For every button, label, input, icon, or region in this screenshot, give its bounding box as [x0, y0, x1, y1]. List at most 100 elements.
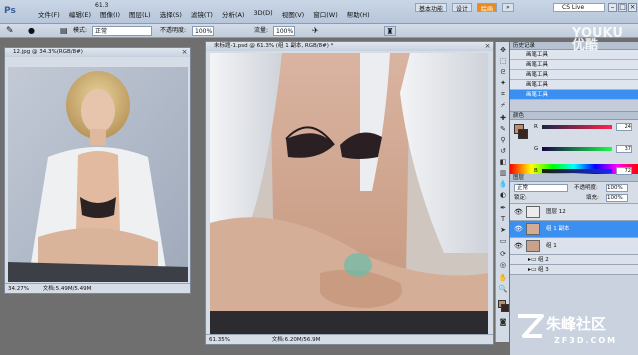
visibility-eye-icon[interactable]: 👁 [514, 208, 523, 217]
visibility-eye-icon[interactable]: 👁 [514, 242, 523, 251]
menu-window[interactable]: 窗口(W) [313, 9, 338, 19]
channel-value-field[interactable]: 72 [616, 167, 632, 175]
move-tool-icon[interactable]: ✥ [498, 46, 508, 55]
maximize-icon[interactable]: □ [618, 3, 627, 12]
brush-tool-icon[interactable]: ✎ [6, 26, 14, 36]
workspace-painting[interactable]: 绘画 [477, 3, 498, 13]
eyedropper-icon[interactable]: ⌿ [498, 101, 508, 110]
opacity-field[interactable]: 100% [192, 26, 214, 36]
visibility-eye-icon[interactable]: 👁 [514, 225, 523, 234]
menu-3d[interactable]: 3D(D) [253, 9, 272, 19]
document-tab-psd[interactable]: 未标题-1.psd @ 61.3% (组 1 副本, RGB/8#) * [206, 42, 493, 51]
layer-opacity-field[interactable]: 100% [606, 184, 628, 192]
slider-b[interactable]: B 72 [534, 166, 634, 176]
path-selection-icon[interactable]: ➤ [498, 226, 508, 235]
zoom-level[interactable]: 61.35% [209, 337, 230, 343]
slider-track[interactable] [542, 125, 612, 129]
folder-icon[interactable]: ▸▭ [528, 265, 537, 275]
gradient-tool-icon[interactable]: ▥ [498, 169, 508, 178]
slider-r[interactable]: R 24 [534, 122, 634, 132]
brush-preset-icon[interactable]: ● [28, 26, 35, 36]
menu-layer[interactable]: 图层(L) [129, 9, 151, 19]
history-item-selected[interactable]: 画笔工具 [510, 90, 638, 100]
history-item-label: 画笔工具 [526, 92, 549, 98]
close-icon[interactable]: × [628, 3, 637, 12]
lasso-tool-icon[interactable]: ᘓ [498, 68, 508, 77]
layers-list: 👁 图层 12 👁 组 1 副本 👁 组 1 ▸▭ 组 2 ▸▭ 组 3 [510, 204, 638, 275]
history-footer [510, 100, 638, 112]
history-item[interactable]: 画笔工具 [510, 80, 638, 90]
slider-track[interactable] [542, 147, 612, 151]
close-document-icon[interactable]: × [181, 49, 188, 56]
document-tab-12jpg[interactable]: 12.jpg @ 34.3%(RGB/8#) [5, 48, 190, 57]
shape-tool-icon[interactable]: ▭ [498, 237, 508, 246]
brush-tool-icon[interactable]: ✎ [498, 125, 508, 134]
history-item[interactable]: 画笔工具 [510, 60, 638, 70]
layer-row[interactable]: 👁 图层 12 [510, 204, 638, 221]
layer-thumbnail [526, 223, 540, 235]
quick-mask-icon[interactable]: ◙ [498, 318, 508, 327]
workspace-more[interactable]: » [502, 3, 514, 12]
blend-mode-select[interactable]: 正常 [514, 184, 568, 192]
channel-label: R [534, 124, 538, 130]
zoom-level[interactable]: 34.27% [8, 286, 29, 292]
zoom-readout[interactable]: 61.3 [95, 2, 108, 9]
workspace-essentials[interactable]: 基本功能 [415, 3, 448, 13]
canvas-photo[interactable] [8, 67, 188, 282]
slider-track[interactable] [542, 169, 612, 173]
layer-group-row[interactable]: ▸▭ 组 3 [510, 265, 638, 275]
clone-stamp-icon[interactable]: ⚲ [498, 136, 508, 145]
folder-icon[interactable]: ▸▭ [528, 255, 537, 265]
menu-filter[interactable]: 滤镜(T) [191, 9, 213, 19]
workspace-design[interactable]: 设计 [452, 3, 473, 13]
brush-panel-icon[interactable]: ▤ [60, 26, 68, 36]
layer-row[interactable]: 👁 组 1 [510, 238, 638, 255]
zoom-tool-icon[interactable]: 🔍 [498, 285, 508, 294]
history-item-label: 画笔工具 [526, 62, 549, 68]
healing-brush-icon[interactable]: ✚ [498, 114, 508, 123]
3d-orbit-icon[interactable]: ◎ [498, 261, 508, 270]
canvas-painting[interactable] [210, 53, 488, 337]
main-menu: 文件(F) 编辑(E) 图像(I) 图层(L) 选择(S) 滤镜(T) 分析(A… [38, 9, 370, 19]
airbrush-icon[interactable]: ✈ [312, 26, 319, 36]
channel-value-field[interactable]: 24 [616, 123, 632, 131]
eraser-tool-icon[interactable]: ◧ [498, 158, 508, 167]
menu-select[interactable]: 选择(S) [160, 9, 182, 19]
menu-help[interactable]: 帮助(H) [347, 9, 370, 19]
minimize-icon[interactable]: – [608, 3, 617, 12]
layer-group-row[interactable]: ▸▭ 组 2 [510, 255, 638, 265]
marquee-tool-icon[interactable]: ⬚ [498, 57, 508, 66]
color-background-swatch[interactable] [518, 129, 528, 139]
history-item[interactable]: 画笔工具 [510, 70, 638, 80]
fill-field[interactable]: 100% [606, 194, 628, 202]
doc-size: 文档:6.20M/56.9M [271, 337, 321, 343]
3d-rotate-icon[interactable]: ⟳ [498, 250, 508, 259]
hand-tool-icon[interactable]: ✋ [498, 274, 508, 283]
background-color-swatch[interactable] [501, 304, 509, 312]
pen-tool-icon[interactable]: ✒ [498, 204, 508, 213]
blur-tool-icon[interactable]: 💧 [498, 180, 508, 189]
tab-color[interactable]: 颜色 [510, 112, 638, 120]
dodge-tool-icon[interactable]: ◐ [498, 191, 508, 200]
menu-analysis[interactable]: 分析(A) [222, 9, 245, 19]
tablet-pressure-icon[interactable]: ♜ [384, 26, 396, 36]
type-tool-icon[interactable]: T [498, 215, 508, 224]
history-item-label: 画笔工具 [526, 52, 549, 58]
slider-g[interactable]: G 37 [534, 144, 634, 154]
close-document-icon[interactable]: × [484, 43, 491, 50]
history-brush-icon[interactable]: ↺ [498, 147, 508, 156]
channel-value-field[interactable]: 37 [616, 145, 632, 153]
menu-image[interactable]: 图像(I) [100, 9, 120, 19]
flow-field[interactable]: 100% [273, 26, 295, 36]
menu-view[interactable]: 视图(V) [282, 9, 305, 19]
layer-thumbnail [526, 240, 540, 252]
menu-file[interactable]: 文件(F) [38, 9, 60, 19]
cs-live-button[interactable]: CS Live [553, 3, 605, 12]
layer-row-selected[interactable]: 👁 组 1 副本 [510, 221, 638, 238]
layer-thumbnail [526, 206, 540, 218]
watermark-title: 朱峰社区 [546, 315, 607, 333]
crop-tool-icon[interactable]: ⌗ [498, 90, 508, 99]
magic-wand-icon[interactable]: ✦ [498, 79, 508, 88]
menu-edit[interactable]: 编辑(E) [69, 9, 91, 19]
mode-select[interactable]: 正常 [92, 26, 152, 36]
